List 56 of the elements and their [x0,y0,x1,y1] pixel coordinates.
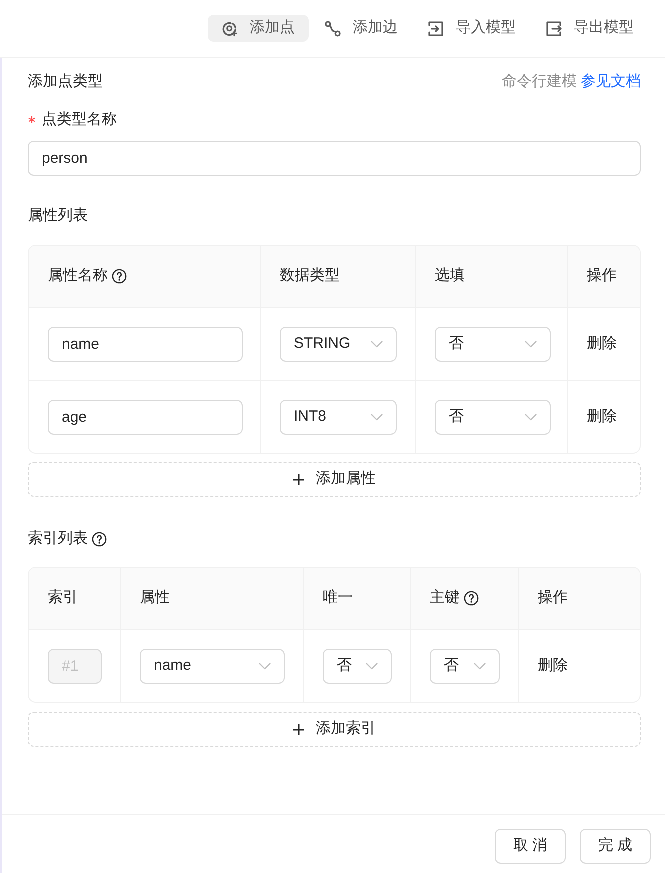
chevron-down-icon [366,662,378,670]
select-field[interactable]: 否 [435,400,551,434]
field-label: 点类型名称 [42,110,117,130]
chevron-down-icon [474,662,486,670]
column-label: 选填 [435,266,465,286]
property-name-field[interactable]: age [48,400,243,434]
column-label: 主键 [430,588,460,608]
select-field[interactable]: 否 [323,648,392,684]
select-field[interactable]: 否 [430,648,500,684]
section-title: 索引列表 [28,528,88,549]
column-label: 索引 [48,588,78,608]
delete-link[interactable]: 删除 [587,332,617,356]
section-title: 属性列表 [28,206,88,226]
footer-button[interactable]: 完成 [580,829,651,864]
export-icon [546,20,562,36]
select-field[interactable]: 否 [435,326,551,362]
toolbar-button[interactable]: 添加点 [208,15,309,42]
chevron-down-icon [371,340,383,348]
property-name-field[interactable]: name [48,326,243,362]
select-value: STRING [294,334,351,354]
delete-link[interactable]: 删除 [538,654,568,678]
column-label: 操作 [587,266,617,286]
add-button[interactable]: 添加索引 [28,712,641,747]
column-label: 属性名称 [48,266,108,286]
select-value: name [154,656,192,676]
chevron-down-icon [371,414,383,420]
import-icon [428,20,444,36]
select-value: 否 [337,656,352,676]
edge-icon [325,20,341,36]
select-value: 否 [449,406,464,427]
column-label: 属性 [140,588,170,608]
chevron-down-icon [525,414,537,420]
toolbar-button[interactable]: 添加边 [311,15,412,42]
select-field[interactable]: STRING [280,326,397,362]
node-add-icon [222,20,238,36]
delete-link[interactable]: 删除 [587,406,617,428]
cli-hint: 命令行建模 [502,72,577,92]
column-label: 操作 [538,588,568,608]
doc-link[interactable]: 参见文档 [581,70,641,94]
column-label: 数据类型 [280,266,340,286]
select-value: INT8 [294,406,327,427]
panel-title: 添加点类型 [28,72,103,92]
chevron-down-icon [259,662,271,670]
chevron-down-icon [525,340,537,348]
column-label: 唯一 [323,588,353,608]
footer-button[interactable]: 取消 [495,829,566,864]
name-input-field[interactable]: person [28,141,641,176]
select-field[interactable]: name [140,648,285,684]
plus-icon [293,724,305,736]
select-field[interactable]: INT8 [280,400,397,434]
toolbar-button[interactable]: 导出模型 [532,15,648,42]
select-value: 否 [444,656,459,676]
add-button[interactable]: 添加属性 [28,462,641,497]
plus-icon [293,474,305,486]
toolbar-button[interactable]: 导入模型 [414,15,530,42]
select-value: 否 [449,334,464,354]
